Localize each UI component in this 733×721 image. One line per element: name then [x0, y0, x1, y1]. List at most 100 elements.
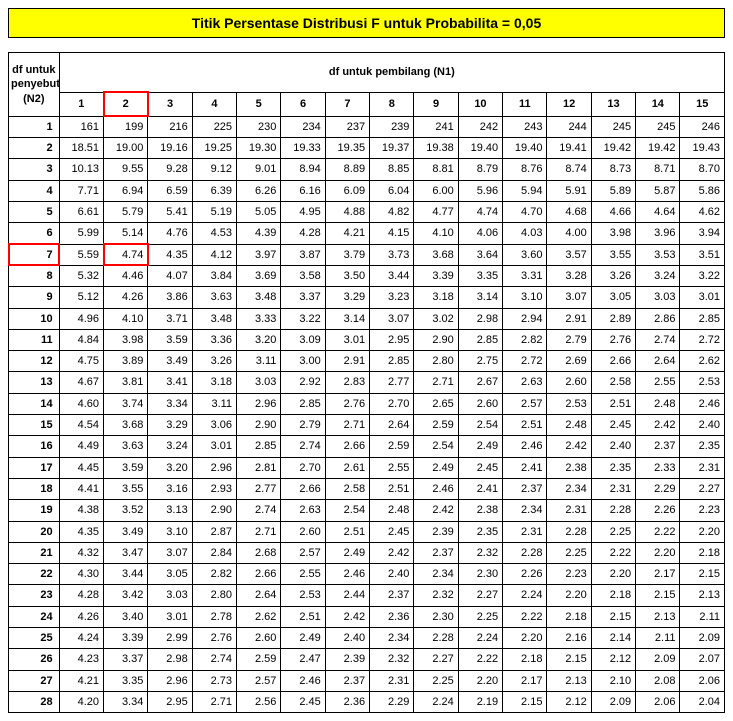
- cell: 19.16: [148, 138, 192, 159]
- cell: 3.07: [547, 287, 591, 308]
- cell: 2.76: [192, 628, 236, 649]
- cell: 3.44: [104, 564, 148, 585]
- cell: 9.28: [148, 159, 192, 180]
- cell: 8.70: [680, 159, 725, 180]
- cell: 2.82: [503, 329, 547, 350]
- cell: 3.20: [148, 457, 192, 478]
- cell: 2.15: [547, 649, 591, 670]
- cell: 2.30: [458, 564, 502, 585]
- col-header-3: 3: [148, 92, 192, 116]
- cell: 4.70: [503, 202, 547, 223]
- cell: 3.24: [636, 265, 680, 286]
- cell: 19.00: [104, 138, 148, 159]
- cell: 2.75: [458, 351, 502, 372]
- cell: 19.40: [458, 138, 502, 159]
- row-header-line3: (N2): [23, 93, 44, 105]
- cell: 2.51: [370, 478, 414, 499]
- cell: 2.16: [547, 628, 591, 649]
- cell: 2.11: [680, 606, 725, 627]
- row-key-25: 25: [9, 628, 60, 649]
- cell: 4.28: [59, 585, 103, 606]
- cell: 2.55: [370, 457, 414, 478]
- cell: 242: [458, 116, 502, 137]
- cell: 4.41: [59, 478, 103, 499]
- cell: 3.39: [414, 265, 458, 286]
- cell: 2.42: [325, 606, 369, 627]
- cell: 3.64: [458, 244, 502, 265]
- cell: 4.76: [148, 223, 192, 244]
- cell: 3.59: [148, 329, 192, 350]
- cell: 2.73: [192, 670, 236, 691]
- cell: 2.61: [325, 457, 369, 478]
- cell: 3.47: [104, 542, 148, 563]
- cell: 2.30: [414, 606, 458, 627]
- cell: 2.59: [237, 649, 281, 670]
- cell: 3.18: [192, 372, 236, 393]
- cell: 3.98: [591, 223, 635, 244]
- cell: 4.35: [59, 521, 103, 542]
- cell: 2.60: [458, 393, 502, 414]
- cell: 2.13: [547, 670, 591, 691]
- cell: 5.96: [458, 180, 502, 201]
- cell: 3.49: [148, 351, 192, 372]
- row-key-17: 17: [9, 457, 60, 478]
- cell: 19.30: [237, 138, 281, 159]
- cell: 3.26: [192, 351, 236, 372]
- table-row: 224.303.443.052.822.662.552.462.402.342.…: [9, 564, 725, 585]
- cell: 2.71: [192, 691, 236, 712]
- cell: 2.38: [547, 457, 591, 478]
- cell: 246: [680, 116, 725, 137]
- cell: 3.01: [148, 606, 192, 627]
- cell: 2.85: [281, 393, 325, 414]
- table-row: 174.453.593.202.962.812.702.612.552.492.…: [9, 457, 725, 478]
- cell: 4.66: [591, 202, 635, 223]
- cell: 2.59: [370, 436, 414, 457]
- cell: 4.54: [59, 415, 103, 436]
- table-row: 310.139.559.289.129.018.948.898.858.818.…: [9, 159, 725, 180]
- row-key-14: 14: [9, 393, 60, 414]
- cell: 2.59: [414, 415, 458, 436]
- cell: 19.41: [547, 138, 591, 159]
- cell: 2.28: [503, 542, 547, 563]
- cell: 2.25: [414, 670, 458, 691]
- table-row: 284.203.342.952.712.562.452.362.292.242.…: [9, 691, 725, 712]
- cell: 2.29: [370, 691, 414, 712]
- cell: 3.03: [237, 372, 281, 393]
- cell: 237: [325, 116, 369, 137]
- cell: 2.56: [237, 691, 281, 712]
- col-header-6: 6: [281, 92, 325, 116]
- cell: 19.35: [325, 138, 369, 159]
- cell: 4.26: [104, 287, 148, 308]
- cell: 3.10: [503, 287, 547, 308]
- cell: 216: [148, 116, 192, 137]
- cell: 3.34: [104, 691, 148, 712]
- cell: 2.85: [680, 308, 725, 329]
- cell: 2.48: [636, 393, 680, 414]
- cell: 2.71: [325, 415, 369, 436]
- cell: 2.83: [325, 372, 369, 393]
- cell: 2.72: [503, 351, 547, 372]
- cell: 9.12: [192, 159, 236, 180]
- cell: 19.40: [503, 138, 547, 159]
- cell: 2.17: [636, 564, 680, 585]
- cell: 2.04: [680, 691, 725, 712]
- cell: 2.31: [547, 500, 591, 521]
- cell: 2.74: [192, 649, 236, 670]
- cell: 2.55: [636, 372, 680, 393]
- cell: 3.55: [591, 244, 635, 265]
- cell: 2.26: [503, 564, 547, 585]
- cell: 4.20: [59, 691, 103, 712]
- cell: 2.42: [636, 415, 680, 436]
- cell: 4.35: [148, 244, 192, 265]
- cell: 3.20: [237, 329, 281, 350]
- cell: 2.74: [237, 500, 281, 521]
- cell: 2.70: [370, 393, 414, 414]
- col-header-4: 4: [192, 92, 236, 116]
- cell: 2.31: [503, 521, 547, 542]
- cell: 4.38: [59, 500, 103, 521]
- cell: 3.48: [237, 287, 281, 308]
- table-row: 124.753.893.493.263.113.002.912.852.802.…: [9, 351, 725, 372]
- cell: 2.12: [591, 649, 635, 670]
- cell: 2.36: [325, 691, 369, 712]
- cell: 2.13: [680, 585, 725, 606]
